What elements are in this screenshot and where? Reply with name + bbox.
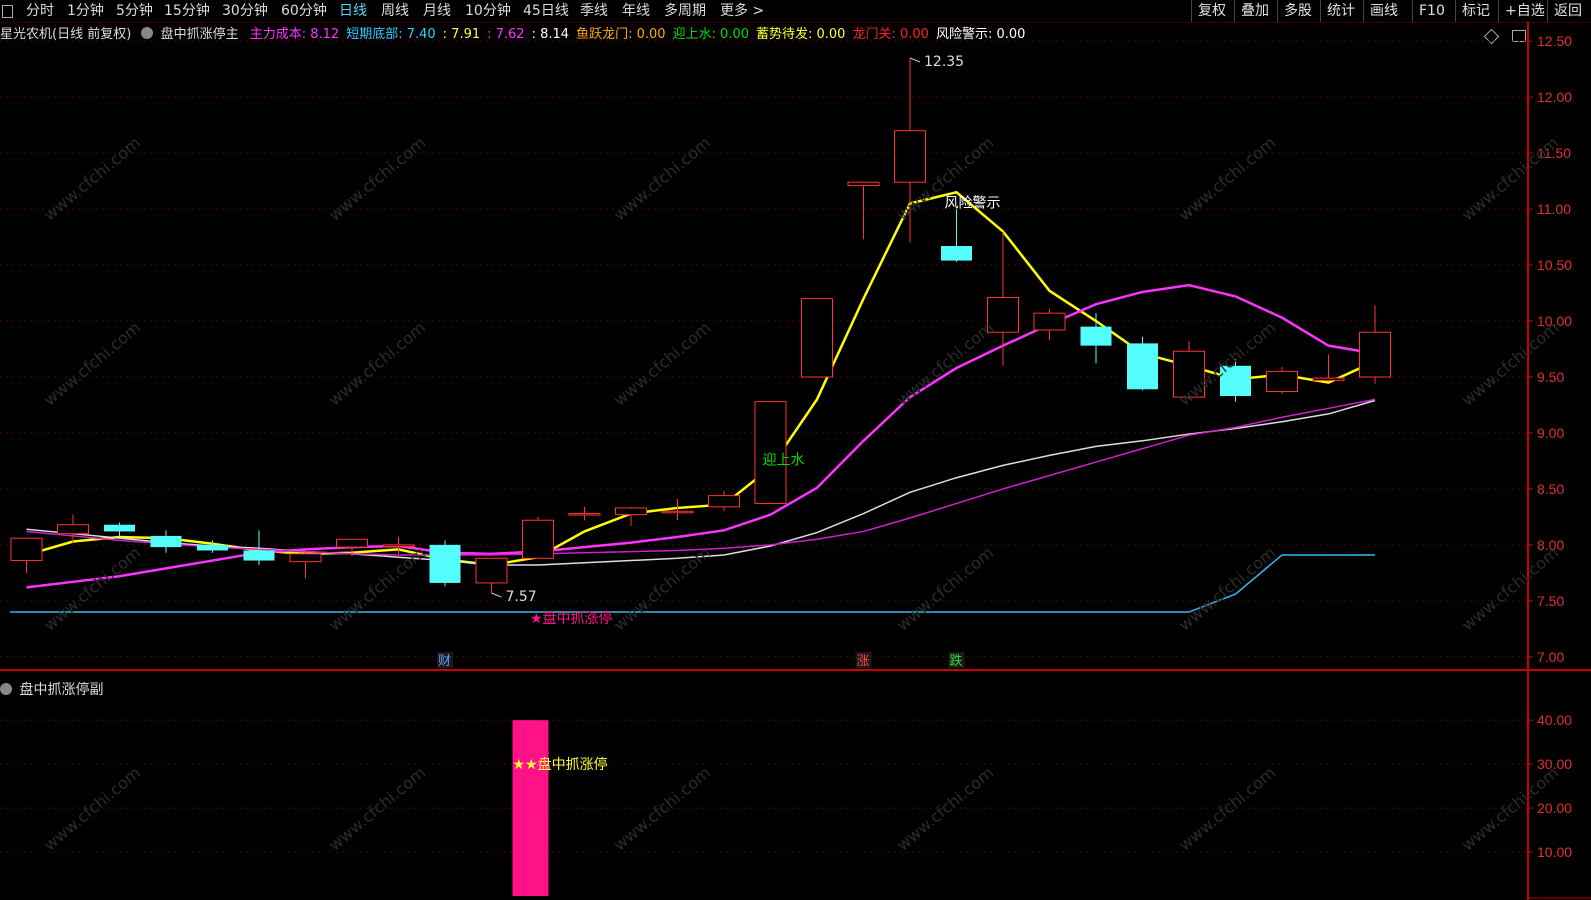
toolbar-right-button-8[interactable]: 返回 — [1547, 0, 1588, 22]
candle-body-up — [847, 181, 880, 187]
period-tab-8[interactable]: 月线 — [423, 2, 451, 20]
candle-body-down — [1220, 365, 1251, 397]
candle-body-up — [336, 538, 368, 548]
price-tick-label: 8.00 — [1537, 537, 1564, 553]
candle-body-down — [243, 550, 275, 561]
event-marker: 财 — [438, 654, 451, 669]
candle-body-up — [661, 510, 694, 514]
ma-line-ma5 — [26, 190, 1376, 567]
candle-body-up — [1312, 377, 1345, 381]
candle-body-down — [941, 246, 972, 261]
period-toolbar: 分时 1分钟 5分钟 15分钟 30分钟 60分钟 日线 周线 月线 10分钟 45日线 季线 年线 多周… — [0, 0, 1591, 23]
toolbar-right-button-7[interactable]: +自选 — [1498, 0, 1551, 22]
toolbar-right-button-2[interactable]: 多股 — [1277, 0, 1318, 22]
candle-body-down — [197, 544, 228, 551]
period-tab-5[interactable]: 60分钟 — [281, 2, 327, 20]
candle-body-up — [1266, 370, 1298, 393]
candle-body-up — [522, 519, 554, 559]
candle-body-up — [475, 557, 508, 584]
toolbar-right-button-4[interactable]: 画线 — [1363, 0, 1404, 22]
candle-body-up — [615, 507, 647, 516]
extreme-pointer — [909, 57, 921, 63]
price-tick-label: 10.50 — [1537, 257, 1572, 273]
toolbar-right-button-3[interactable]: 统计 — [1320, 0, 1361, 22]
candle-body-up — [987, 297, 1019, 333]
period-tab-7[interactable]: 周线 — [381, 2, 409, 20]
chart-annotation: 7.57 — [506, 589, 537, 605]
candle-body-up — [57, 524, 89, 535]
candle-body-down — [150, 535, 182, 548]
chart-annotation: 迎上水 — [763, 452, 805, 468]
signal-bar — [512, 720, 549, 896]
period-tab-2[interactable]: 5分钟 — [116, 2, 153, 20]
price-tick-label: 9.50 — [1537, 369, 1564, 385]
price-tick-label: 7.50 — [1537, 593, 1564, 609]
toolbar-right-button-5[interactable]: F10 — [1412, 0, 1451, 22]
period-tab-0[interactable]: 分时 — [26, 2, 54, 20]
candle-body-up — [382, 544, 415, 547]
price-tick-label: 8.50 — [1537, 481, 1564, 497]
period-tab-4[interactable]: 30分钟 — [222, 2, 268, 20]
candle-body-up — [1359, 331, 1391, 378]
candle-body-down — [1080, 326, 1112, 346]
candle-body-up — [1173, 350, 1205, 398]
candle-body-down — [104, 524, 135, 532]
price-tick-label: 12.00 — [1537, 89, 1572, 105]
price-tick-label: 11.00 — [1537, 201, 1571, 217]
price-tick-label: 11.50 — [1537, 145, 1571, 161]
period-tab-14[interactable]: 更多 > — [720, 2, 764, 20]
period-tab-9[interactable]: 10分钟 — [465, 2, 511, 20]
sub-tick-label: 30.00 — [1537, 756, 1572, 772]
sub-tick-label: 10.00 — [1537, 844, 1572, 860]
chart-annotation: 风险警示 — [945, 195, 1001, 211]
chart-area[interactable]: 12.50 12.00 11.50 11.00 10.50 10.00 9.50 9.00 8.… — [0, 22, 1591, 900]
ma-line-support — [10, 554, 1375, 613]
candle-body-up — [10, 537, 43, 562]
candle-body-up — [289, 553, 322, 563]
candle-body-up — [708, 495, 740, 508]
candle-body-up — [801, 298, 833, 378]
ma-line-ma60 — [26, 398, 1376, 556]
extreme-pointer — [491, 592, 502, 598]
sub-signal-label: ★★盘中抓涨停 — [513, 756, 608, 773]
sub-tick-label: 40.00 — [1537, 712, 1572, 728]
price-tick-label: 12.50 — [1537, 33, 1572, 49]
period-tab-13[interactable]: 多周期 — [664, 2, 706, 20]
chart-annotation: ★盘中抓涨停 — [530, 610, 613, 627]
toolbar-menu-icon[interactable] — [2, 5, 13, 18]
candle-body-up — [568, 513, 601, 516]
price-tick-label: 7.00 — [1537, 649, 1564, 665]
event-marker: 涨 — [857, 654, 870, 669]
candle-body-up — [1033, 312, 1066, 331]
sub-tick-label: 20.00 — [1537, 800, 1572, 816]
price-tick-label: 10.00 — [1537, 313, 1572, 329]
candle-body-down — [429, 544, 461, 583]
chart-annotation: 12.35 — [924, 54, 964, 70]
toolbar-right-button-6[interactable]: 标记 — [1455, 0, 1496, 22]
ma-line-ma20 — [26, 399, 1376, 566]
toolbar-right-button-1[interactable]: 叠加 — [1234, 0, 1275, 22]
period-tab-10[interactable]: 45日线 — [523, 2, 569, 20]
period-tab-11[interactable]: 季线 — [580, 2, 608, 20]
candle-body-up — [894, 130, 926, 183]
period-tab-6[interactable]: 日线 — [339, 2, 367, 20]
period-tab-12[interactable]: 年线 — [622, 2, 650, 20]
period-tab-1[interactable]: 1分钟 — [67, 2, 104, 20]
period-tab-3[interactable]: 15分钟 — [164, 2, 210, 20]
price-tick-label: 9.00 — [1537, 425, 1564, 441]
toolbar-right-button-0[interactable]: 复权 — [1191, 0, 1232, 22]
event-marker: 跌 — [950, 653, 963, 669]
candle-body-down — [1127, 343, 1158, 390]
